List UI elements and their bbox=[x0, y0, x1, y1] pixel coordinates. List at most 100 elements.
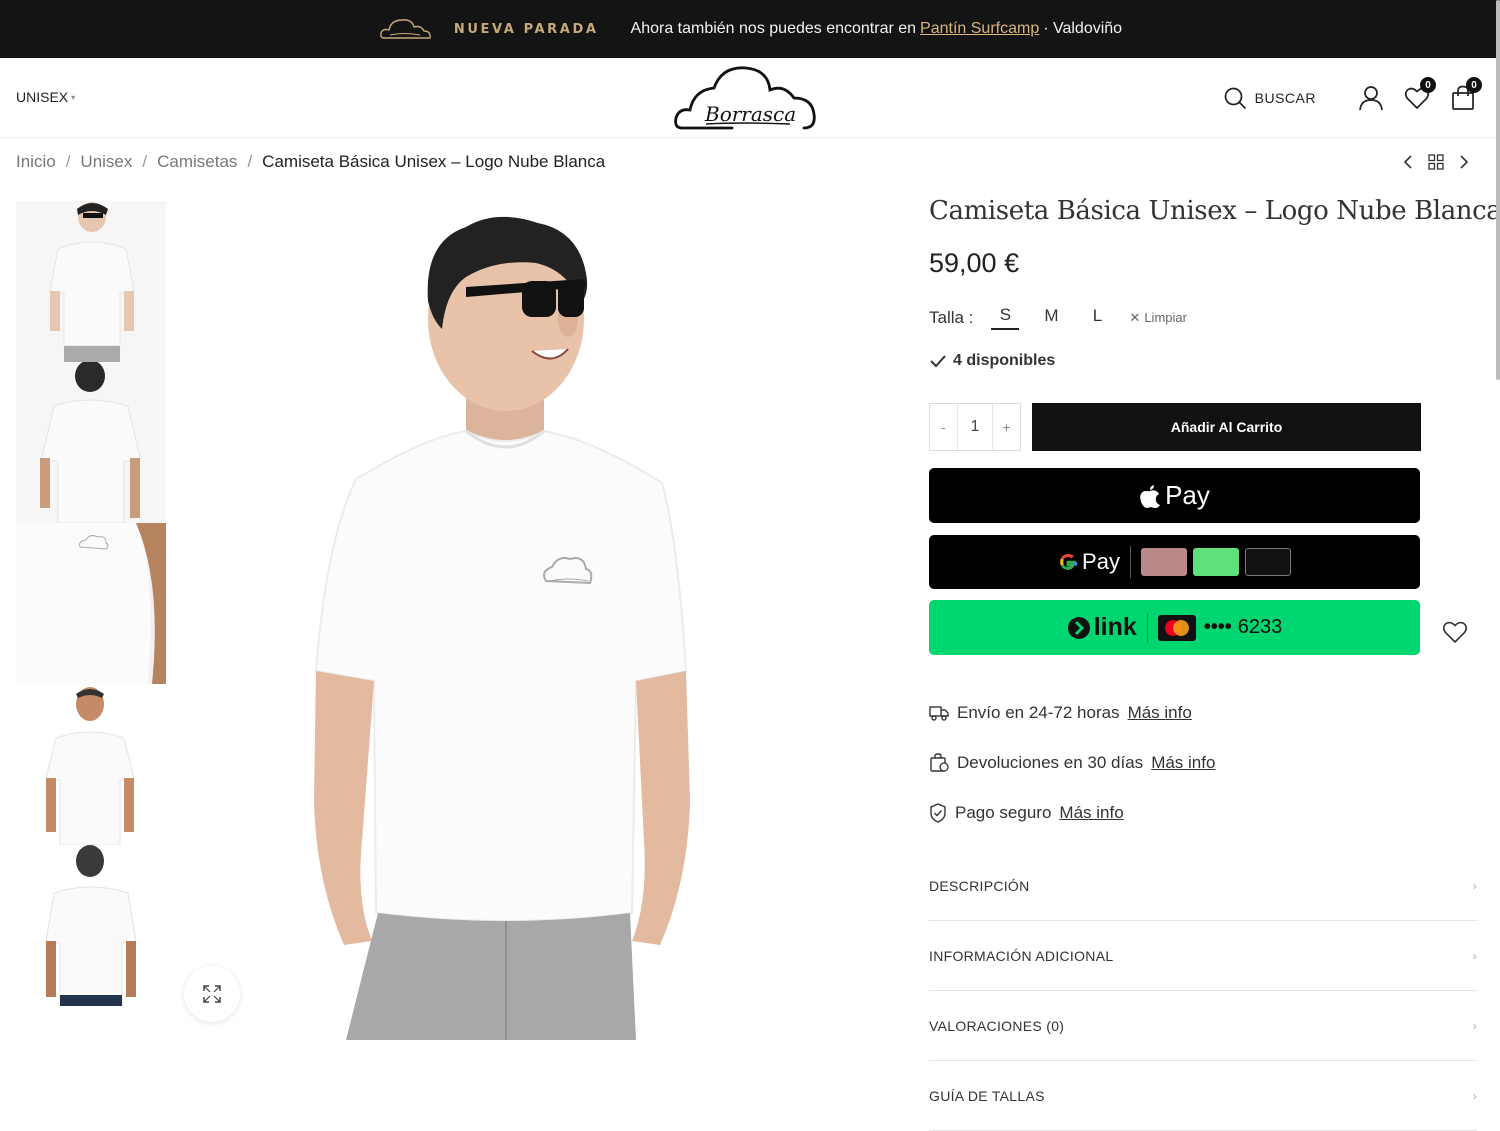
clear-selection-button[interactable]: ✕ Limpiar bbox=[1129, 310, 1187, 326]
thumbnail-front-view[interactable] bbox=[16, 201, 166, 362]
announcement-bar: NUEVA PARADA Ahora también nos puedes en… bbox=[0, 0, 1500, 58]
divider bbox=[1129, 546, 1131, 578]
breadcrumb-separator: / bbox=[65, 152, 71, 171]
cart-button[interactable]: 0 bbox=[1450, 77, 1482, 111]
promo-link[interactable]: Pantín Surfcamp bbox=[920, 20, 1039, 38]
breadcrumb-current: Camiseta Básica Unisex – Logo Nube Blanc… bbox=[262, 152, 606, 171]
thumbnail-model-two-back[interactable] bbox=[16, 845, 166, 1006]
accordion-size-guide[interactable]: GUÍA DE TALLAS › bbox=[929, 1061, 1477, 1131]
link-pay-button[interactable]: link •••• 6233 bbox=[929, 600, 1420, 655]
accordion-title: GUÍA DE TALLAS bbox=[929, 1087, 1045, 1104]
chevron-right-icon[interactable] bbox=[1458, 154, 1470, 170]
google-pay-button[interactable]: Pay bbox=[929, 535, 1420, 589]
thumbnail-gallery bbox=[16, 201, 166, 1006]
returns-info: Devoluciones en 30 días Más info bbox=[929, 753, 1215, 773]
google-pay-label: Pay bbox=[1082, 549, 1120, 574]
chevron-right-icon: › bbox=[1472, 948, 1477, 963]
quantity-stepper: - 1 + bbox=[929, 403, 1021, 451]
apple-logo-icon bbox=[1140, 484, 1161, 508]
brand-cloud-logo-icon bbox=[380, 19, 431, 39]
chevron-right-icon: › bbox=[1472, 1088, 1477, 1103]
zoom-button[interactable] bbox=[184, 966, 240, 1022]
size-selector: Talla : S M L ✕ Limpiar bbox=[929, 305, 1479, 330]
clear-label: Limpiar bbox=[1144, 310, 1187, 325]
accordion-title: INFORMACIÓN ADICIONAL bbox=[929, 947, 1114, 964]
header-actions: BUSCAR 0 0 bbox=[1223, 77, 1482, 116]
promo-suffix: · Valdoviño bbox=[1043, 20, 1123, 37]
add-to-cart-row: - 1 + Añadir Al Carrito bbox=[929, 403, 1421, 451]
breadcrumb-unisex[interactable]: Unisex bbox=[80, 152, 132, 172]
saved-card-icon bbox=[1192, 548, 1239, 576]
stock-text: 4 disponibles bbox=[953, 352, 1056, 369]
apple-pay-button[interactable]: Pay bbox=[929, 468, 1420, 523]
shipping-info: Envío en 24-72 horas Más info bbox=[929, 703, 1192, 723]
wishlist-button[interactable]: 0 bbox=[1404, 77, 1436, 111]
breadcrumb-separator: / bbox=[247, 152, 253, 171]
search-button[interactable]: BUSCAR bbox=[1223, 86, 1316, 110]
brand-wordmark: Borrasca bbox=[704, 102, 796, 126]
shipping-text: Envío en 24-72 horas bbox=[957, 703, 1120, 722]
accordion-additional-info[interactable]: INFORMACIÓN ADICIONAL › bbox=[929, 921, 1477, 991]
main-product-image[interactable] bbox=[166, 201, 838, 1040]
thumbnail-model-two-front[interactable] bbox=[16, 684, 166, 845]
mastercard-icon bbox=[1157, 614, 1196, 641]
accordion-title: DESCRIPCIÓN bbox=[929, 877, 1030, 894]
product-title: Camiseta Básica Unisex – Logo Nube Blanc… bbox=[929, 196, 1500, 226]
quantity-decrease-button[interactable]: - bbox=[930, 404, 957, 450]
thumbnail-logo-detail[interactable] bbox=[16, 523, 166, 684]
breadcrumb: Inicio / Unisex / Camisetas / Camiseta B… bbox=[16, 152, 605, 172]
saved-card-icon bbox=[1244, 548, 1291, 576]
accordion-reviews[interactable]: VALORACIONES (0) › bbox=[929, 991, 1477, 1061]
truck-icon bbox=[929, 706, 949, 721]
size-option-s[interactable]: S bbox=[991, 305, 1020, 330]
breadcrumb-camisetas[interactable]: Camisetas bbox=[157, 152, 237, 172]
chevron-down-icon: ▾ bbox=[71, 92, 76, 102]
nav-menu-unisex[interactable]: UNISEX ▾ bbox=[16, 89, 75, 105]
breadcrumb-separator: / bbox=[142, 152, 148, 171]
wishlist-count-badge: 0 bbox=[1420, 77, 1436, 93]
stock-status: 4 disponibles bbox=[929, 352, 1479, 370]
account-button[interactable] bbox=[1358, 85, 1384, 111]
shield-check-icon bbox=[930, 803, 946, 823]
add-to-wishlist-heart-icon[interactable] bbox=[1442, 620, 1468, 644]
search-icon bbox=[1224, 87, 1246, 109]
product-navigation bbox=[1402, 154, 1470, 170]
user-icon bbox=[1359, 86, 1383, 111]
thumbnail-back-view[interactable] bbox=[16, 362, 166, 523]
return-bag-icon bbox=[930, 753, 949, 772]
quantity-increase-button[interactable]: + bbox=[993, 404, 1020, 450]
chevron-left-icon[interactable] bbox=[1402, 154, 1414, 170]
size-label: Talla : bbox=[929, 307, 974, 327]
secure-payment-text: Pago seguro bbox=[955, 803, 1052, 822]
checkmark-icon bbox=[930, 355, 946, 368]
brand-logo[interactable]: Borrasca bbox=[672, 62, 820, 136]
divider bbox=[1146, 612, 1148, 643]
search-label: BUSCAR bbox=[1254, 90, 1316, 106]
product-summary: Camiseta Básica Unisex – Logo Nube Blanc… bbox=[929, 196, 1500, 370]
accordion-description[interactable]: DESCRIPCIÓN › bbox=[929, 851, 1477, 921]
expand-icon bbox=[203, 985, 221, 1003]
card-dots: •••• bbox=[1203, 616, 1232, 638]
google-g-icon bbox=[1060, 553, 1078, 571]
apple-pay-label: Pay bbox=[1165, 480, 1210, 510]
card-last4: 6233 bbox=[1237, 616, 1283, 638]
shipping-more-info-link[interactable]: Más info bbox=[1128, 703, 1192, 723]
secure-payment-more-info-link[interactable]: Más info bbox=[1059, 803, 1123, 823]
size-option-l[interactable]: L bbox=[1083, 306, 1111, 329]
link-label: link bbox=[1093, 613, 1137, 641]
nav-menu-label: UNISEX bbox=[16, 89, 69, 105]
close-icon: ✕ bbox=[1129, 309, 1141, 325]
add-to-cart-button[interactable]: Añadir Al Carrito bbox=[1032, 403, 1421, 451]
size-option-m[interactable]: M bbox=[1037, 306, 1065, 329]
page-scrollbar[interactable] bbox=[1496, 0, 1500, 380]
returns-more-info-link[interactable]: Más info bbox=[1151, 753, 1215, 773]
link-arrow-icon bbox=[1067, 616, 1090, 639]
quantity-input[interactable]: 1 bbox=[957, 404, 993, 450]
grid-icon[interactable] bbox=[1428, 154, 1444, 170]
promo-text: Ahora también nos puedes encontrar en bbox=[630, 20, 917, 37]
breadcrumb-inicio[interactable]: Inicio bbox=[16, 152, 56, 172]
secure-payment-info: Pago seguro Más info bbox=[929, 803, 1124, 823]
promo-tag: NUEVA PARADA bbox=[453, 21, 599, 37]
product-price: 59,00 € bbox=[929, 248, 1020, 278]
returns-text: Devoluciones en 30 días bbox=[957, 753, 1144, 772]
